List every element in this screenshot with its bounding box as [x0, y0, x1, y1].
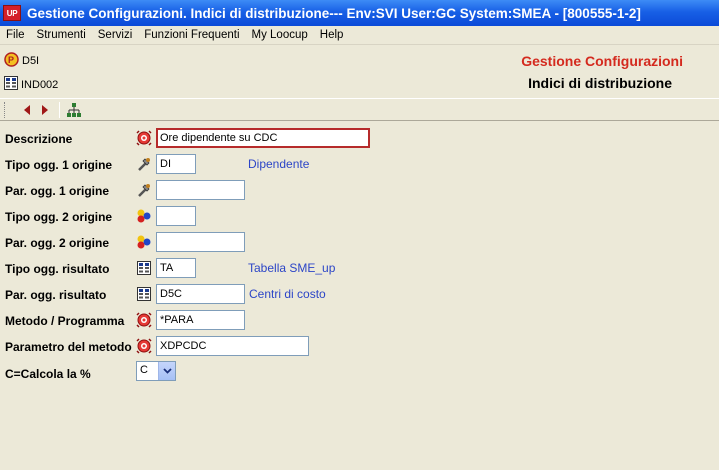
descrizione-field[interactable]: Ore dipendente su CDC: [156, 128, 370, 148]
header-code1-row: P D5I: [4, 52, 39, 70]
arrow-left-icon[interactable]: [19, 102, 35, 118]
par-ogg-2-field[interactable]: [156, 232, 245, 252]
window-title: Gestione Configurazioni. Indici di distr…: [27, 5, 641, 21]
table-icon: [4, 76, 18, 93]
row-descrizione: Descrizione Ore dipendente su CDC: [0, 128, 719, 150]
label-tipo-ogg-risultato: Tipo ogg. risultato: [5, 262, 110, 276]
metodo-field[interactable]: *PARA: [156, 310, 245, 330]
wrench-icon[interactable]: [136, 182, 152, 198]
row-par-ogg-1: Par. ogg. 1 origine: [0, 180, 719, 202]
arrow-right-icon[interactable]: [37, 102, 53, 118]
menu-my-loocup[interactable]: My Loocup: [246, 29, 314, 41]
par-ogg-risultato-field[interactable]: D5C: [156, 284, 245, 304]
row-par-ogg-2: Par. ogg. 2 origine: [0, 232, 719, 254]
chevron-down-icon[interactable]: [158, 362, 175, 380]
label-par-ogg-risultato: Par. ogg. risultato: [5, 288, 107, 302]
row-tipo-ogg-1: Tipo ogg. 1 origine DI Dipendente: [0, 154, 719, 176]
header-code2-row: IND002: [4, 76, 58, 93]
label-metodo: Metodo / Programma: [5, 314, 125, 328]
par-ogg-1-field[interactable]: [156, 180, 245, 200]
calcola-select-value: C: [140, 364, 148, 376]
app-logo-icon: UP: [3, 5, 21, 21]
row-tipo-ogg-risultato: Tipo ogg. risultato TA Tabella SME_up: [0, 258, 719, 280]
label-calcola: C=Calcola la %: [5, 367, 91, 381]
menu-help[interactable]: Help: [314, 29, 350, 41]
menu-file[interactable]: File: [0, 29, 31, 41]
menu-strumenti[interactable]: Strumenti: [31, 29, 92, 41]
header-code2: IND002: [21, 78, 59, 91]
alarm-icon[interactable]: [136, 338, 152, 354]
toolbar-grip[interactable]: [4, 101, 7, 118]
label-par-ogg-2: Par. ogg. 2 origine: [5, 236, 110, 250]
balls-icon[interactable]: [136, 234, 152, 250]
toolbar-separator: [59, 101, 60, 118]
label-tipo-ogg-1: Tipo ogg. 1 origine: [5, 158, 113, 172]
label-descrizione: Descrizione: [5, 132, 73, 146]
par-ogg-risultato-description: Centri di costo: [249, 287, 326, 301]
page-subtitle: Indici di distribuzione: [528, 75, 672, 91]
row-tipo-ogg-2: Tipo ogg. 2 origine: [0, 206, 719, 228]
menu-bar: File Strumenti Servizi Funzioni Frequent…: [0, 26, 719, 45]
config-form: Descrizione Ore dipendente su CDC Tipo o…: [0, 122, 719, 470]
tipo-ogg-risultato-field[interactable]: TA: [156, 258, 196, 278]
page-title: Gestione Configurazioni: [521, 53, 683, 69]
tipo-ogg-1-description: Dipendente: [248, 157, 310, 171]
table-icon[interactable]: [136, 260, 152, 276]
parametro-field[interactable]: XDPCDC: [156, 336, 309, 356]
alarm-icon[interactable]: [136, 312, 152, 328]
label-par-ogg-1: Par. ogg. 1 origine: [5, 184, 110, 198]
tree-icon[interactable]: [66, 102, 82, 118]
label-tipo-ogg-2: Tipo ogg. 2 origine: [5, 210, 113, 224]
smeup-logo-icon: P: [4, 52, 19, 70]
row-par-ogg-risultato: Par. ogg. risultato D5C Centri di costo: [0, 284, 719, 306]
tipo-ogg-1-field[interactable]: DI: [156, 154, 196, 174]
svg-text:P: P: [8, 55, 14, 65]
row-calcola: C=Calcola la % C: [0, 361, 719, 383]
wrench-icon[interactable]: [136, 156, 152, 172]
tipo-ogg-risultato-description: Tabella SME_up: [248, 261, 336, 275]
menu-servizi[interactable]: Servizi: [92, 29, 139, 41]
header-code1: D5I: [22, 55, 40, 67]
label-parametro: Parametro del metodo: [5, 340, 132, 354]
balls-icon[interactable]: [136, 208, 152, 224]
title-bar: UP Gestione Configurazioni. Indici di di…: [0, 0, 719, 26]
row-parametro: Parametro del metodo XDPCDC: [0, 336, 719, 358]
table-icon[interactable]: [136, 286, 152, 302]
calcola-select[interactable]: C: [136, 361, 176, 381]
page-header: P D5I IND002 Gestione Configurazioni Ind…: [0, 46, 719, 98]
alarm-icon[interactable]: [136, 130, 152, 146]
menu-funzioni-frequenti[interactable]: Funzioni Frequenti: [138, 29, 245, 41]
toolbar: [0, 98, 719, 121]
row-metodo: Metodo / Programma *PARA: [0, 310, 719, 332]
tipo-ogg-2-field[interactable]: [156, 206, 196, 226]
